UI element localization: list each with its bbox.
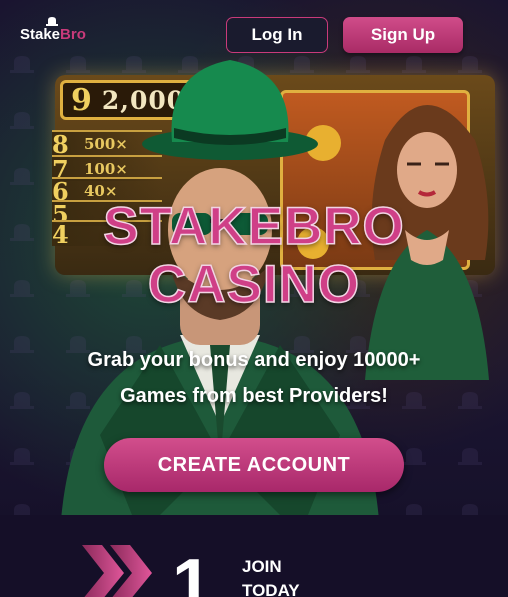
hero-subtitle: Grab your bonus and enjoy 10000+ Games f…: [0, 342, 508, 414]
logo-text-bro: Bro: [60, 26, 86, 43]
signup-button[interactable]: Sign Up: [343, 17, 463, 53]
logo-text-stake: Stake: [20, 26, 61, 43]
page-title: STAKEBRO CASINO: [0, 197, 508, 315]
steps-section: 1 JOIN TODAY: [0, 515, 508, 597]
step-number: 1: [172, 545, 213, 597]
step-text-line-1: JOIN: [242, 557, 282, 576]
step-text: JOIN TODAY: [242, 555, 300, 597]
site-header: Stake Bro Log In Sign Up: [0, 0, 508, 68]
hat-logo-icon: [46, 17, 58, 26]
landing-page: 7 7 9 2,000 8 500× 7 100× 6 40× 5 4: [0, 0, 508, 597]
title-line-1: STAKEBRO: [103, 197, 405, 257]
double-chevron-icon: [82, 545, 152, 597]
green-hat-illustration: [142, 60, 318, 160]
create-account-button[interactable]: CREATE ACCOUNT: [104, 438, 404, 492]
login-button[interactable]: Log In: [226, 17, 328, 53]
site-logo[interactable]: Stake Bro: [20, 17, 86, 43]
jackpot-number: 9: [71, 82, 92, 118]
subtitle-line-1: Grab your bonus and enjoy 10000+: [87, 349, 421, 371]
title-line-2: CASINO: [147, 255, 361, 315]
step-text-line-2: TODAY: [242, 581, 300, 597]
subtitle-line-2: Games from best Providers!: [120, 385, 388, 407]
